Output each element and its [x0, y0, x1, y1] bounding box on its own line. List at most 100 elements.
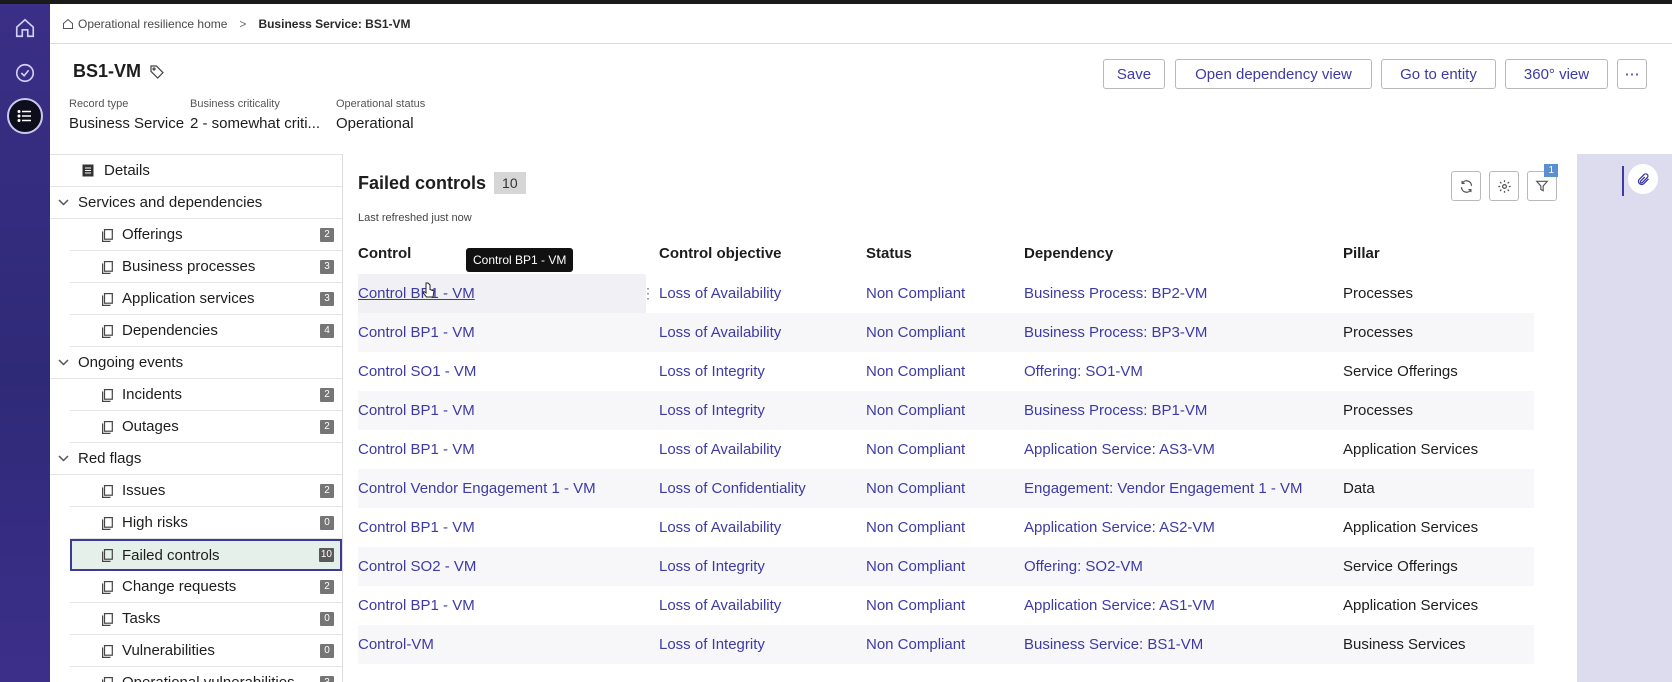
column-header-control[interactable]: Control: [358, 245, 411, 262]
nav-details[interactable]: Details: [50, 155, 342, 187]
control-link[interactable]: Control Vendor Engagement 1 - VM: [358, 480, 596, 497]
control-link[interactable]: Control SO1 - VM: [358, 363, 476, 380]
count-badge: 10: [318, 548, 334, 562]
status-link[interactable]: Non Compliant: [866, 519, 965, 536]
list-icon[interactable]: [7, 98, 43, 134]
nav-item-incidents[interactable]: Incidents 2: [70, 379, 342, 411]
document-icon: [102, 229, 113, 242]
nav-item-tasks[interactable]: Tasks 0: [70, 603, 342, 635]
count-badge: 3: [320, 260, 334, 274]
status-link[interactable]: Non Compliant: [866, 324, 965, 341]
dependency-link[interactable]: Business Service: BS1-VM: [1024, 636, 1203, 653]
chevron-down-icon: [56, 455, 70, 462]
status-link[interactable]: Non Compliant: [866, 285, 965, 302]
status-link[interactable]: Non Compliant: [866, 441, 965, 458]
document-icon: [102, 293, 113, 306]
nav-item-failed-controls[interactable]: Failed controls 10: [70, 539, 342, 571]
nav-item-application-services[interactable]: Application services 3: [70, 283, 342, 315]
table-row: Control SO1 - VM Loss of Integrity Non C…: [358, 352, 1534, 391]
column-header-control-objective[interactable]: Control objective: [659, 245, 782, 262]
control-link[interactable]: Control BP1 - VM: [358, 441, 475, 458]
nav-item-operational-vulnerabilities[interactable]: Operational vulnerabilities 3: [70, 667, 342, 682]
refresh-button[interactable]: [1451, 171, 1481, 201]
pillar-value: Application Services: [1343, 441, 1479, 458]
document-icon: [102, 581, 113, 594]
objective-link[interactable]: Loss of Availability: [659, 519, 781, 536]
save-button[interactable]: Save: [1103, 59, 1165, 89]
record-nav-panel: Details Services and dependencies Offeri…: [50, 154, 343, 682]
control-link[interactable]: Control BP1 - VM: [358, 597, 475, 614]
status-link[interactable]: Non Compliant: [866, 363, 965, 380]
objective-link[interactable]: Loss of Availability: [659, 324, 781, 341]
dependency-link[interactable]: Business Process: BP3-VM: [1024, 324, 1207, 341]
breadcrumb-home[interactable]: Operational resilience home: [62, 17, 227, 31]
side-panel-strip: [1577, 154, 1672, 682]
objective-link[interactable]: Loss of Availability: [659, 441, 781, 458]
go-to-entity-button[interactable]: Go to entity: [1381, 59, 1496, 89]
dependency-link[interactable]: Offering: SO2-VM: [1024, 558, 1143, 575]
settings-button[interactable]: [1489, 171, 1519, 201]
objective-link[interactable]: Loss of Integrity: [659, 636, 765, 653]
nav-item-offerings[interactable]: Offerings 2: [70, 219, 342, 251]
row-menu-icon[interactable]: ⋮: [641, 285, 655, 302]
meta-operational-status: Operational status Operational: [336, 98, 425, 132]
dependency-link[interactable]: Offering: SO1-VM: [1024, 363, 1143, 380]
document-icon: [102, 261, 113, 274]
more-actions-button[interactable]: ⋯: [1617, 59, 1647, 89]
nav-item-vulnerabilities[interactable]: Vulnerabilities 0: [70, 635, 342, 667]
filter-button[interactable]: 1: [1527, 164, 1558, 201]
nav-item-issues[interactable]: Issues 2: [70, 475, 342, 507]
objective-link[interactable]: Loss of Availability: [659, 285, 781, 302]
dependency-link[interactable]: Business Process: BP1-VM: [1024, 402, 1207, 419]
nav-group-red-flags[interactable]: Red flags: [50, 443, 342, 475]
status-link[interactable]: Non Compliant: [866, 597, 965, 614]
dependency-link[interactable]: Engagement: Vendor Engagement 1 - VM: [1024, 480, 1303, 497]
nav-group-ongoing-events[interactable]: Ongoing events: [50, 347, 342, 379]
nav-item-dependencies[interactable]: Dependencies 4: [70, 315, 342, 347]
dependency-link[interactable]: Application Service: AS3-VM: [1024, 441, 1215, 458]
nav-item-outages[interactable]: Outages 2: [70, 411, 342, 443]
nav-item-label: Issues: [122, 482, 166, 499]
column-header-dependency[interactable]: Dependency: [1024, 245, 1113, 262]
column-header-status[interactable]: Status: [866, 245, 912, 262]
open-dependency-view-button[interactable]: Open dependency view: [1175, 59, 1372, 89]
dependency-link[interactable]: Business Process: BP2-VM: [1024, 285, 1207, 302]
dependency-link[interactable]: Application Service: AS2-VM: [1024, 519, 1215, 536]
nav-item-label: Operational vulnerabilities: [122, 674, 295, 682]
document-icon: [102, 549, 113, 562]
objective-link[interactable]: Loss of Confidentiality: [659, 480, 806, 497]
objective-link[interactable]: Loss of Integrity: [659, 363, 765, 380]
document-icon: [102, 613, 113, 626]
nav-item-change-requests[interactable]: Change requests 2: [70, 571, 342, 603]
home-icon[interactable]: [7, 10, 43, 46]
objective-link[interactable]: Loss of Integrity: [659, 558, 765, 575]
document-icon: [102, 325, 113, 338]
attachment-button[interactable]: [1628, 164, 1658, 194]
status-link[interactable]: Non Compliant: [866, 402, 965, 419]
count-badge: 0: [320, 644, 334, 658]
nav-item-high-risks[interactable]: High risks 0: [70, 507, 342, 539]
control-link[interactable]: Control SO2 - VM: [358, 558, 476, 575]
main-area: Operational resilience home > Business S…: [50, 4, 1672, 682]
objective-link[interactable]: Loss of Integrity: [659, 402, 765, 419]
table-row: Control SO2 - VM Loss of Integrity Non C…: [358, 547, 1534, 586]
table-row: Control-VM Loss of Integrity Non Complia…: [358, 625, 1534, 664]
status-link[interactable]: Non Compliant: [866, 636, 965, 653]
control-link[interactable]: Control-VM: [358, 636, 434, 653]
control-link[interactable]: Control BP1 - VM: [358, 402, 475, 419]
objective-link[interactable]: Loss of Availability: [659, 597, 781, 614]
tag-icon[interactable]: [149, 64, 165, 80]
360-view-button[interactable]: 360° view: [1505, 59, 1608, 89]
dependency-link[interactable]: Application Service: AS1-VM: [1024, 597, 1215, 614]
status-link[interactable]: Non Compliant: [866, 480, 965, 497]
count-badge: 4: [320, 324, 334, 338]
control-link[interactable]: Control BP1 - VM: [358, 324, 475, 341]
nav-item-business-processes[interactable]: Business processes 3: [70, 251, 342, 283]
check-circle-icon[interactable]: [7, 55, 43, 91]
column-header-pillar[interactable]: Pillar: [1343, 245, 1380, 262]
nav-group-services[interactable]: Services and dependencies: [50, 187, 342, 219]
status-link[interactable]: Non Compliant: [866, 558, 965, 575]
nav-item-label: Business processes: [122, 258, 256, 275]
control-link[interactable]: Control BP1 - VM: [358, 285, 475, 302]
control-link[interactable]: Control BP1 - VM: [358, 519, 475, 536]
